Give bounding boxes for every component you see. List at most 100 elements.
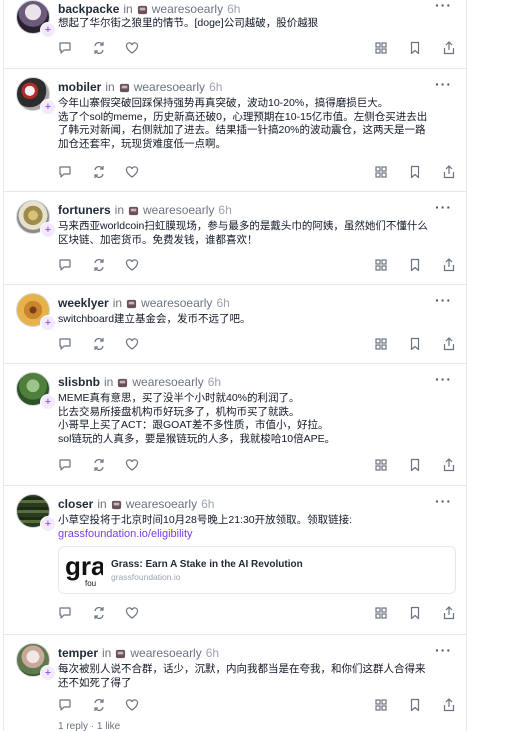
username[interactable]: fortuners [58, 203, 111, 217]
more-icon[interactable]: ··· [435, 199, 452, 215]
link-preview-domain: grassfoundation.io [111, 571, 181, 582]
more-icon[interactable]: ··· [435, 371, 452, 387]
share-icon[interactable] [442, 458, 456, 472]
plus-icon[interactable]: + [40, 516, 56, 532]
grid-icon[interactable] [374, 165, 388, 179]
avatar[interactable]: + [16, 494, 56, 532]
share-icon[interactable] [442, 337, 456, 351]
bookmark-icon[interactable] [408, 337, 422, 351]
channel-icon [126, 299, 137, 308]
reply-icon[interactable] [58, 165, 72, 179]
channel-name[interactable]: wearesoearly [152, 2, 223, 16]
more-icon[interactable]: ··· [435, 292, 452, 308]
repost-icon[interactable] [92, 337, 106, 351]
post-link[interactable]: grassfoundation.io/eligibility [58, 528, 193, 540]
grid-icon[interactable] [374, 337, 388, 351]
post-stats[interactable]: 1 reply · 1 like [58, 721, 120, 731]
repost-icon[interactable] [92, 41, 106, 55]
timestamp: 6h [207, 375, 222, 389]
channel-name[interactable]: wearesoearly [143, 203, 214, 217]
username[interactable]: temper [58, 646, 98, 660]
post-text-line: 区块链、加密货币。免费发钱，谁都喜欢！ [58, 233, 258, 246]
heart-icon[interactable] [125, 41, 139, 55]
more-icon[interactable]: ··· [435, 0, 452, 13]
post[interactable]: + weeklyer in wearesoearly 6h ··· switch… [4, 285, 466, 364]
more-icon[interactable]: ··· [435, 493, 452, 509]
reply-icon[interactable] [58, 698, 72, 712]
channel-name[interactable]: wearesoearly [130, 646, 201, 660]
share-icon[interactable] [442, 41, 456, 55]
username[interactable]: slisbnb [58, 375, 100, 389]
bookmark-icon[interactable] [408, 165, 422, 179]
channel-name[interactable]: wearesoearly [134, 80, 205, 94]
share-icon[interactable] [442, 165, 456, 179]
plus-icon[interactable]: + [40, 99, 56, 115]
in-label: in [102, 646, 112, 660]
plus-icon[interactable]: + [40, 315, 56, 331]
channel-name[interactable]: wearesoearly [126, 497, 197, 511]
link-preview-card[interactable]: gra fou Grass: Earn A Stake in the AI Re… [58, 546, 456, 594]
username[interactable]: weeklyer [58, 296, 109, 310]
repost-icon[interactable] [92, 698, 106, 712]
bookmark-icon[interactable] [408, 698, 422, 712]
post[interactable]: + temper in wearesoearly 6h ··· 每次被别人说不合… [4, 635, 466, 731]
heart-icon[interactable] [125, 337, 139, 351]
repost-icon[interactable] [92, 258, 106, 272]
grid-icon[interactable] [374, 698, 388, 712]
bookmark-icon[interactable] [408, 41, 422, 55]
reply-icon[interactable] [58, 258, 72, 272]
post-text-line: MEME真有意思，买了没半个小时就40%的利润了。 [58, 392, 300, 404]
avatar[interactable]: + [16, 643, 56, 681]
grid-icon[interactable] [374, 41, 388, 55]
reply-icon[interactable] [58, 41, 72, 55]
repost-icon[interactable] [92, 458, 106, 472]
post-text-line: sol链玩的人真多，要是猴链玩的人多，我就梭哈10倍APE。 [58, 432, 336, 445]
post[interactable]: + fortuners in wearesoearly 6h ··· 马来西亚w… [4, 192, 466, 285]
feed: + backpacke in wearesoearly 6h ··· 想起了华尔… [3, 0, 467, 731]
grid-icon[interactable] [374, 458, 388, 472]
link-preview-title: Grass: Earn A Stake in the AI Revolution [111, 558, 303, 570]
share-icon[interactable] [442, 606, 456, 620]
grid-icon[interactable] [374, 606, 388, 620]
bookmark-icon[interactable] [408, 258, 422, 272]
reply-icon[interactable] [58, 458, 72, 472]
plus-icon[interactable]: + [40, 665, 56, 681]
post[interactable]: + backpacke in wearesoearly 6h ··· 想起了华尔… [4, 0, 466, 69]
bookmark-icon[interactable] [408, 606, 422, 620]
in-label: in [114, 203, 125, 217]
username[interactable]: backpacke [58, 2, 119, 16]
avatar[interactable]: + [16, 293, 56, 331]
channel-name[interactable]: wearesoearly [132, 375, 203, 389]
share-icon[interactable] [442, 258, 456, 272]
avatar[interactable]: + [16, 77, 56, 115]
heart-icon[interactable] [125, 606, 139, 620]
post-text-line: 了韩元对新闻，右侧就加了进去。结果插一针搞20%的波动震仓，这两天是一路 [58, 124, 426, 136]
share-icon[interactable] [442, 698, 456, 712]
heart-icon[interactable] [125, 165, 139, 179]
avatar[interactable]: + [16, 0, 56, 38]
repost-icon[interactable] [92, 165, 106, 179]
avatar[interactable]: + [16, 372, 56, 410]
post[interactable]: + mobiler in wearesoearly 6h ··· 今年山寨假突破… [4, 69, 466, 192]
bookmark-icon[interactable] [408, 458, 422, 472]
username[interactable]: mobiler [58, 80, 101, 94]
heart-icon[interactable] [125, 458, 139, 472]
grid-icon[interactable] [374, 258, 388, 272]
heart-icon[interactable] [125, 698, 139, 712]
reply-icon[interactable] [58, 606, 72, 620]
post-text-line: 想起了华尔街之狼里的情节。[doge]公司越破，股价越狠 [58, 17, 319, 29]
heart-icon[interactable] [125, 258, 139, 272]
post[interactable]: + slisbnb in wearesoearly 6h ··· MEME真有意… [4, 364, 466, 486]
repost-icon[interactable] [92, 606, 106, 620]
avatar[interactable]: + [16, 200, 56, 238]
post[interactable]: + closer in wearesoearly 6h ··· 小草空投将于北京… [4, 486, 466, 635]
more-icon[interactable]: ··· [435, 642, 452, 658]
reply-icon[interactable] [58, 337, 72, 351]
plus-icon[interactable]: + [40, 394, 56, 410]
plus-icon[interactable]: + [40, 22, 56, 38]
username[interactable]: closer [58, 497, 93, 511]
channel-name[interactable]: wearesoearly [141, 296, 212, 310]
in-label: in [112, 296, 123, 310]
plus-icon[interactable]: + [40, 222, 56, 238]
more-icon[interactable]: ··· [435, 76, 452, 92]
